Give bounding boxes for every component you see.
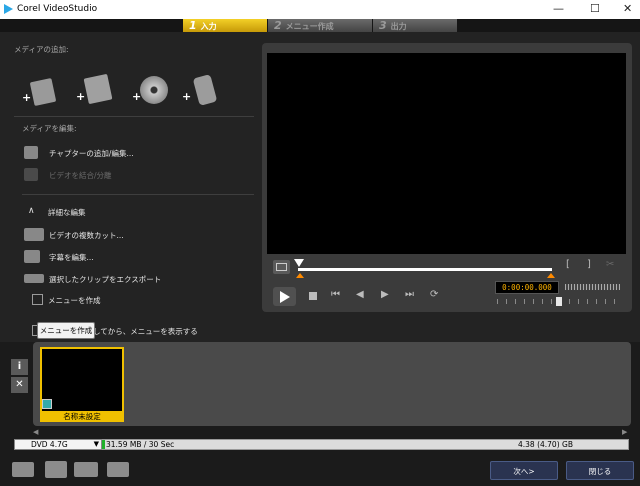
multi-cut-icon xyxy=(24,228,44,241)
window-title: Corel VideoStudio xyxy=(17,4,98,14)
plus-icon: + xyxy=(22,91,32,104)
play-icon xyxy=(280,291,290,303)
subtitle-edit-button[interactable]: 字幕を編集... xyxy=(24,250,224,264)
mobile-device-icon xyxy=(192,74,218,106)
advanced-edit-toggle[interactable]: ∧ 詳細な編集 xyxy=(28,206,148,218)
repeat-button[interactable]: ⟳ xyxy=(430,289,438,300)
disc-type-value: DVD 4.7G xyxy=(31,440,68,449)
print-icon[interactable] xyxy=(107,462,129,477)
thumbnail-label: 名称未設定 xyxy=(40,411,124,422)
add-chapter-button[interactable]: チャプターの追加/編集... xyxy=(24,146,224,160)
aspect-ratio-icon[interactable] xyxy=(74,462,98,477)
plus-icon: + xyxy=(76,90,86,103)
divider xyxy=(14,116,254,117)
close-button[interactable]: 閉じる xyxy=(566,461,634,480)
go-to-start-button[interactable]: ⏮ xyxy=(331,289,340,300)
disk-usage-text: 31.59 MB / 30 Sec xyxy=(106,440,175,449)
step-number: 1 xyxy=(189,19,197,32)
previous-frame-button[interactable]: ◀ xyxy=(356,289,364,300)
disc-icon xyxy=(140,76,168,104)
minimize-button[interactable]: — xyxy=(553,2,564,15)
mark-out-marker[interactable] xyxy=(547,273,555,278)
disc-type-select[interactable]: DVD 4.7G ▼ xyxy=(14,439,102,450)
advanced-edit-label: 詳細な編集 xyxy=(48,208,86,217)
next-button[interactable]: 次へ> xyxy=(490,461,558,480)
mark-in-button[interactable]: [ xyxy=(566,259,570,270)
subtitle-edit-label: 字幕を編集... xyxy=(49,253,94,262)
stop-button[interactable] xyxy=(309,292,317,300)
volume-control[interactable] xyxy=(565,284,620,290)
video-file-icon xyxy=(29,77,57,107)
add-vsp-button[interactable]: + xyxy=(76,73,116,108)
playhead-handle[interactable] xyxy=(294,259,304,267)
combine-split-button[interactable]: ビデオを結合/分離 xyxy=(24,168,224,182)
media-type-icon xyxy=(42,399,52,409)
combine-split-label: ビデオを結合/分離 xyxy=(49,171,112,180)
play-button[interactable] xyxy=(273,287,296,306)
multi-cut-button[interactable]: ビデオの複数カット... xyxy=(24,228,224,242)
scroll-left-arrow-icon[interactable]: ◀ xyxy=(33,428,38,436)
scrub-bar[interactable] xyxy=(298,268,552,271)
export-clip-button[interactable]: 選択したクリップをエクスポート xyxy=(24,272,224,286)
add-chapter-label: チャプターの追加/編集... xyxy=(49,149,134,158)
step-tab-menu[interactable]: 2 メニュー作成 xyxy=(268,19,372,32)
add-device-button[interactable]: + xyxy=(182,74,222,108)
shuttle-slider[interactable] xyxy=(556,297,562,306)
next-frame-button[interactable]: ▶ xyxy=(381,289,389,300)
step-number: 2 xyxy=(274,19,282,32)
step-label: 出力 xyxy=(390,22,407,31)
step-number: 3 xyxy=(379,19,387,32)
create-menu-label: メニューを作成 xyxy=(48,296,101,305)
mark-out-button[interactable]: ] xyxy=(587,259,591,270)
add-video-button[interactable]: + xyxy=(22,77,60,108)
snapshot-button[interactable] xyxy=(273,260,290,274)
dropdown-arrow-icon: ▼ xyxy=(93,440,99,448)
gear-settings-icon[interactable] xyxy=(45,461,67,478)
combine-split-icon xyxy=(24,168,38,181)
disk-usage-fill xyxy=(102,440,105,449)
title-bar: Corel VideoStudio — ☐ ✕ xyxy=(0,0,640,19)
go-to-end-button[interactable]: ⏭ xyxy=(405,289,414,300)
add-media-title: メディアの追加: xyxy=(14,45,69,54)
step-tab-output[interactable]: 3 出力 xyxy=(373,19,457,32)
step-tab-input[interactable]: 1 入力 xyxy=(183,19,267,32)
close-window-button[interactable]: ✕ xyxy=(623,2,632,15)
subtitle-icon xyxy=(24,250,40,263)
info-button[interactable]: i xyxy=(11,359,28,375)
preview-screen xyxy=(267,53,626,254)
disk-capacity-text: 4.38 (4.70) GB xyxy=(518,440,573,449)
add-disc-button[interactable]: + xyxy=(132,74,172,108)
app-logo-icon xyxy=(4,4,13,14)
tooltip: メニューを作成 xyxy=(37,322,95,339)
scroll-right-arrow-icon[interactable]: ▶ xyxy=(622,428,627,436)
step-label: 入力 xyxy=(200,22,217,31)
collapse-chevron-icon: ∧ xyxy=(28,206,35,216)
timecode-display[interactable]: 0:00:00.000 xyxy=(495,281,559,294)
divider xyxy=(22,194,254,195)
settings-list-icon[interactable] xyxy=(12,462,34,477)
snapshot-icon xyxy=(276,263,287,271)
multi-cut-label: ビデオの複数カット... xyxy=(49,231,124,240)
split-scissors-icon[interactable]: ✂ xyxy=(606,259,614,270)
step-label: メニュー作成 xyxy=(285,22,334,31)
delete-button[interactable]: ✕ xyxy=(11,377,28,393)
plus-icon: + xyxy=(182,90,192,103)
mark-in-marker[interactable] xyxy=(296,273,304,278)
maximize-button[interactable]: ☐ xyxy=(590,2,600,15)
create-menu-checkbox[interactable]: メニューを作成 xyxy=(32,294,182,306)
chapter-icon xyxy=(24,146,38,159)
export-clip-label: 選択したクリップをエクスポート xyxy=(49,275,162,284)
export-icon xyxy=(24,274,44,283)
edit-media-title: メディアを編集: xyxy=(22,124,77,133)
checkbox-box xyxy=(32,294,43,305)
vsp-project-icon xyxy=(83,73,113,105)
